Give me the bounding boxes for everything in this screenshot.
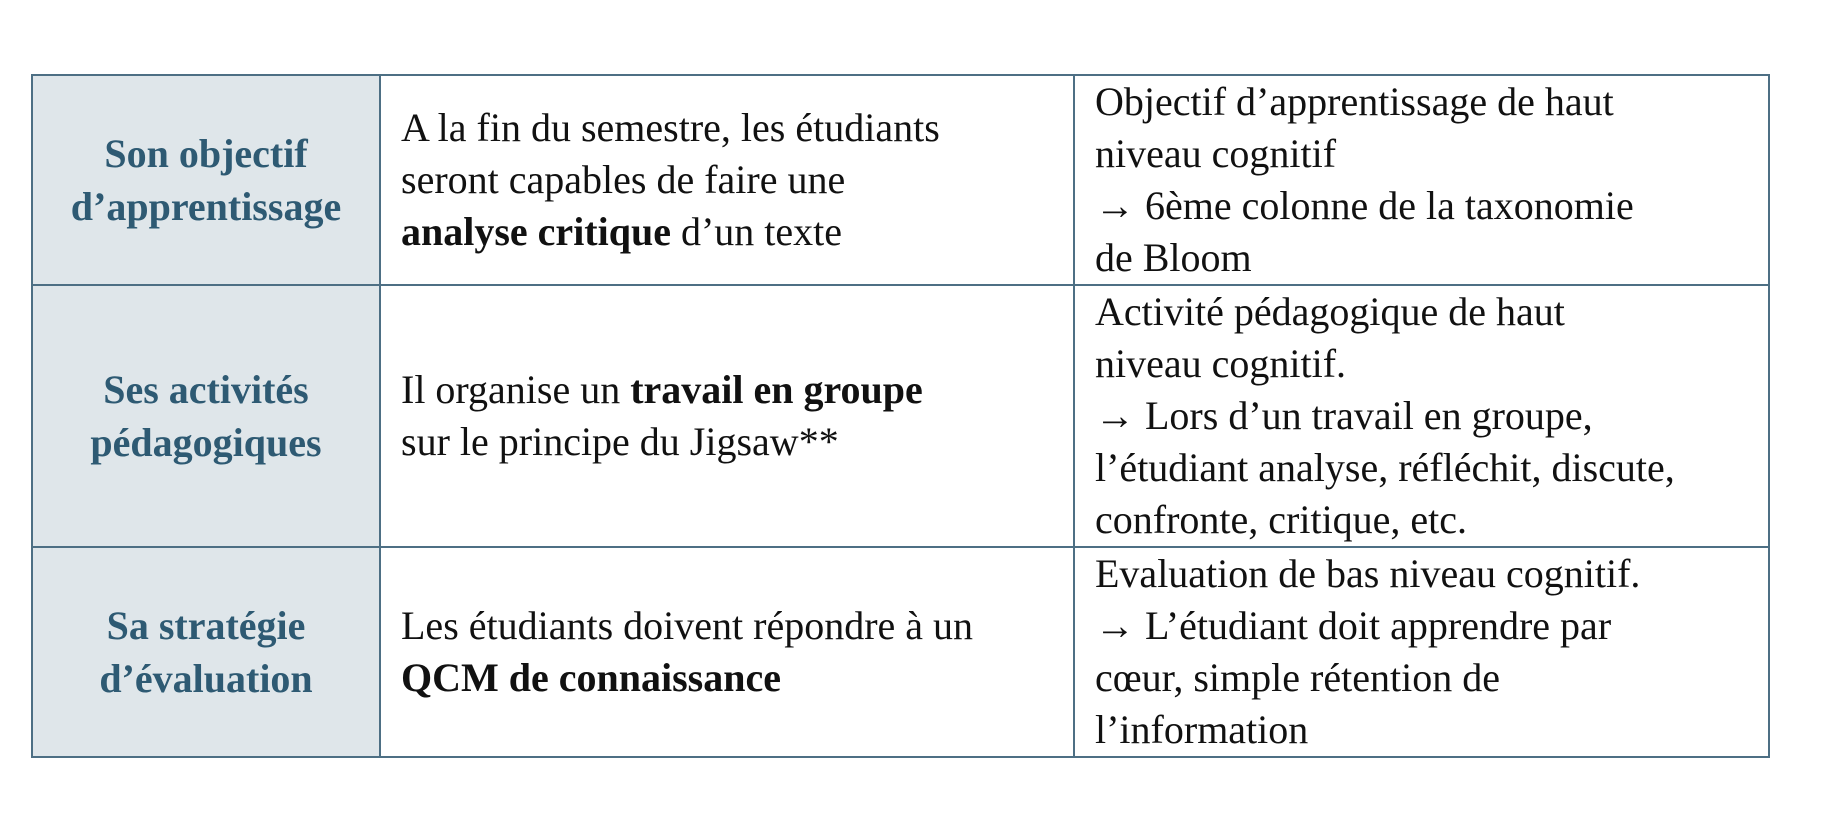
alignment-table: Son objectif d’apprentissage A la fin du… bbox=[31, 74, 1770, 758]
document-page: Son objectif d’apprentissage A la fin du… bbox=[0, 0, 1838, 820]
table-row-learning-objective: Son objectif d’apprentissage A la fin du… bbox=[31, 74, 1770, 286]
analysis-cell-learning-objective: Objectif d’apprentissage de haut niveau … bbox=[1073, 74, 1770, 286]
description-cell-assessment-strategy: Les étudiants doivent répondre à un QCM … bbox=[379, 546, 1075, 758]
table-row-teaching-activities: Ses activités pédagogiques Il organise u… bbox=[31, 284, 1770, 548]
description-cell-teaching-activities: Il organise un travail en groupe sur le … bbox=[379, 284, 1075, 548]
row-header-learning-objective: Son objectif d’apprentissage bbox=[31, 74, 381, 286]
table-row-assessment-strategy: Sa stratégie d’évaluation Les étudiants … bbox=[31, 546, 1770, 758]
description-cell-learning-objective: A la fin du semestre, les étudiants sero… bbox=[379, 74, 1075, 286]
analysis-cell-teaching-activities: Activité pédagogique de haut niveau cogn… bbox=[1073, 284, 1770, 548]
row-header-teaching-activities: Ses activités pédagogiques bbox=[31, 284, 381, 548]
row-header-assessment-strategy: Sa stratégie d’évaluation bbox=[31, 546, 381, 758]
analysis-cell-assessment-strategy: Evaluation de bas niveau cognitif. → L’é… bbox=[1073, 546, 1770, 758]
